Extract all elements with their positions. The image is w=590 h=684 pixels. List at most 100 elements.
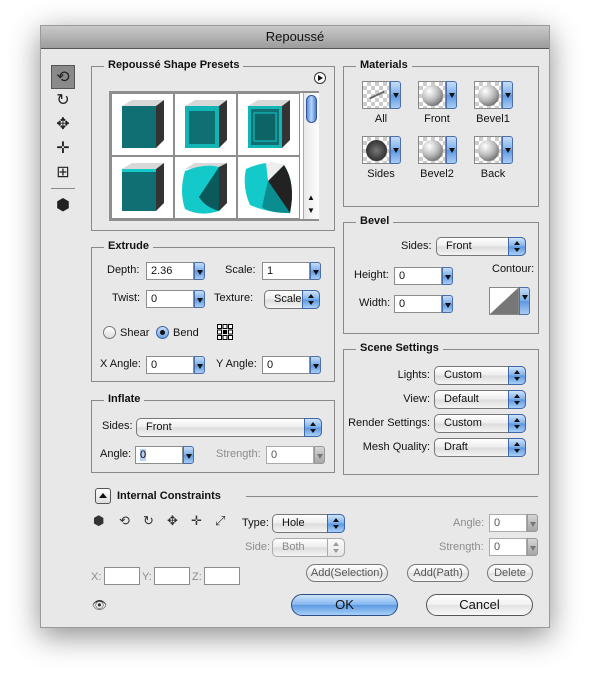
inflate-strength-dropdown[interactable] <box>314 446 325 464</box>
preset-bevel-extrude[interactable] <box>111 156 174 219</box>
material-dropdown[interactable] <box>390 136 401 164</box>
material-sides-swatch[interactable] <box>362 136 401 164</box>
preset-extrude[interactable] <box>111 93 174 156</box>
y-angle-field[interactable]: 0 <box>262 356 310 374</box>
mesh-quality-select[interactable]: Draft <box>434 438 526 457</box>
render-settings-select[interactable]: Custom <box>434 414 526 433</box>
material-front-swatch[interactable] <box>418 81 457 109</box>
constraint-drag-icon[interactable]: ✥ <box>167 513 178 529</box>
x-angle-label: X Angle: <box>100 358 141 370</box>
z-field[interactable] <box>204 567 240 585</box>
twist-dropdown[interactable] <box>194 290 205 308</box>
material-dropdown[interactable] <box>446 81 457 109</box>
presets-menu-button[interactable] <box>314 72 326 84</box>
scroll-up-arrow-icon[interactable]: ▲ <box>307 193 315 202</box>
inflate-group: Inflate Sides: Front Angle: 0 Strength: … <box>91 393 335 473</box>
cancel-button[interactable]: Cancel <box>426 594 533 616</box>
inflate-angle-field[interactable]: 0 <box>135 446 183 464</box>
constraint-scale-icon[interactable]: ⤢ <box>215 513 225 529</box>
scale-field[interactable]: 1 <box>262 262 310 280</box>
preset-inflate-sides[interactable] <box>174 156 237 219</box>
constraint-side-select[interactable]: Both <box>272 538 345 557</box>
object-rotate-tool-icon[interactable]: ⟲ <box>51 65 75 89</box>
depth-dropdown[interactable] <box>194 262 205 280</box>
reference-point-icon[interactable] <box>217 324 233 340</box>
material-dropdown[interactable] <box>502 81 513 109</box>
y-field[interactable] <box>154 567 190 585</box>
x-field[interactable] <box>104 567 140 585</box>
presets-title: Repoussé Shape Presets <box>104 59 244 71</box>
preset-inflated-frame[interactable] <box>237 93 300 156</box>
inflate-angle-label: Angle: <box>100 448 132 460</box>
x-angle-field[interactable]: 0 <box>146 356 194 374</box>
select-arrows-icon <box>508 366 526 385</box>
material-label: Back <box>480 168 506 180</box>
constraint-type-label: Type: <box>242 517 269 529</box>
constraint-roll-icon[interactable]: ↻ <box>143 513 154 529</box>
scrollbar-thumb[interactable] <box>306 95 317 123</box>
constraint-type-value: Hole <box>282 517 305 529</box>
preset-shape-icon <box>122 163 164 211</box>
inflate-strength-field[interactable]: 0 <box>266 446 314 464</box>
presets-scrollbar[interactable]: ▲ ▼ <box>303 93 319 219</box>
material-preview <box>474 81 502 109</box>
y-angle-dropdown[interactable] <box>310 356 321 374</box>
constraint-side-value: Both <box>282 541 305 553</box>
material-all-swatch[interactable] <box>362 81 401 109</box>
constraint-camera-icon[interactable]: ⬢ <box>93 513 104 529</box>
camera-tool-icon[interactable]: ⬢ <box>51 194 75 218</box>
constraint-angle-dropdown[interactable] <box>527 514 538 532</box>
object-drag-tool-icon[interactable]: ✥ <box>51 113 75 137</box>
constraint-rotate-icon[interactable]: ⟲ <box>119 513 130 529</box>
preset-bevel-frame[interactable] <box>174 93 237 156</box>
ok-button[interactable]: OK <box>291 594 398 616</box>
material-dropdown[interactable] <box>390 81 401 109</box>
constraints-collapse-button[interactable] <box>95 488 111 504</box>
add-selection-button[interactable]: Add(Selection) <box>306 564 388 582</box>
play-arrow-icon <box>318 75 323 81</box>
x-angle-dropdown[interactable] <box>194 356 205 374</box>
material-bevel1-swatch[interactable] <box>474 81 513 109</box>
texture-select[interactable]: Scale <box>264 290 320 309</box>
bevel-width-dropdown[interactable] <box>442 295 453 313</box>
constraint-slide-icon[interactable]: ✛ <box>191 513 202 529</box>
inflate-angle-dropdown[interactable] <box>183 446 194 464</box>
constraint-angle-field[interactable]: 0 <box>489 514 527 532</box>
triangle-up-icon <box>99 493 107 498</box>
bend-radio[interactable] <box>156 326 169 339</box>
scroll-down-arrow-icon[interactable]: ▼ <box>307 206 315 215</box>
inflate-sides-select[interactable]: Front <box>136 418 322 437</box>
delete-button[interactable]: Delete <box>487 564 533 582</box>
texture-value: Scale <box>274 293 302 305</box>
shear-radio[interactable] <box>103 326 116 339</box>
contour-preview[interactable] <box>489 287 519 315</box>
add-path-button[interactable]: Add(Path) <box>407 564 469 582</box>
material-bevel2-swatch[interactable] <box>418 136 457 164</box>
material-dropdown[interactable] <box>446 136 457 164</box>
y-label: Y: <box>142 571 152 583</box>
constraint-strength-field[interactable]: 0 <box>489 538 527 556</box>
bevel-sides-select[interactable]: Front <box>436 237 526 256</box>
constraint-type-select[interactable]: Hole <box>272 514 345 533</box>
constraint-strength-dropdown[interactable] <box>527 538 538 556</box>
material-dropdown[interactable] <box>502 136 513 164</box>
lights-select[interactable]: Custom <box>434 366 526 385</box>
bevel-height-dropdown[interactable] <box>442 267 453 285</box>
material-back-swatch[interactable] <box>474 136 513 164</box>
material-ball-icon <box>422 85 443 106</box>
scale-dropdown[interactable] <box>310 262 321 280</box>
depth-field[interactable]: 2.36 <box>146 262 194 280</box>
object-scale-tool-icon[interactable]: ⊞ <box>51 161 75 185</box>
view-select[interactable]: Default <box>434 390 526 409</box>
material-label: Sides <box>367 168 395 180</box>
object-roll-tool-icon[interactable]: ↻ <box>51 89 75 113</box>
object-slide-tool-icon[interactable]: ✛ <box>51 137 75 161</box>
bevel-height-field[interactable]: 0 <box>394 267 442 285</box>
scene-settings-title: Scene Settings <box>356 342 443 354</box>
visibility-toggle-icon[interactable]: 👁 <box>92 598 107 612</box>
bevel-width-field[interactable]: 0 <box>394 295 442 313</box>
twist-field[interactable]: 0 <box>146 290 194 308</box>
z-label: Z: <box>192 571 202 583</box>
contour-dropdown[interactable] <box>519 287 530 315</box>
preset-inflate-corner[interactable] <box>237 156 300 219</box>
